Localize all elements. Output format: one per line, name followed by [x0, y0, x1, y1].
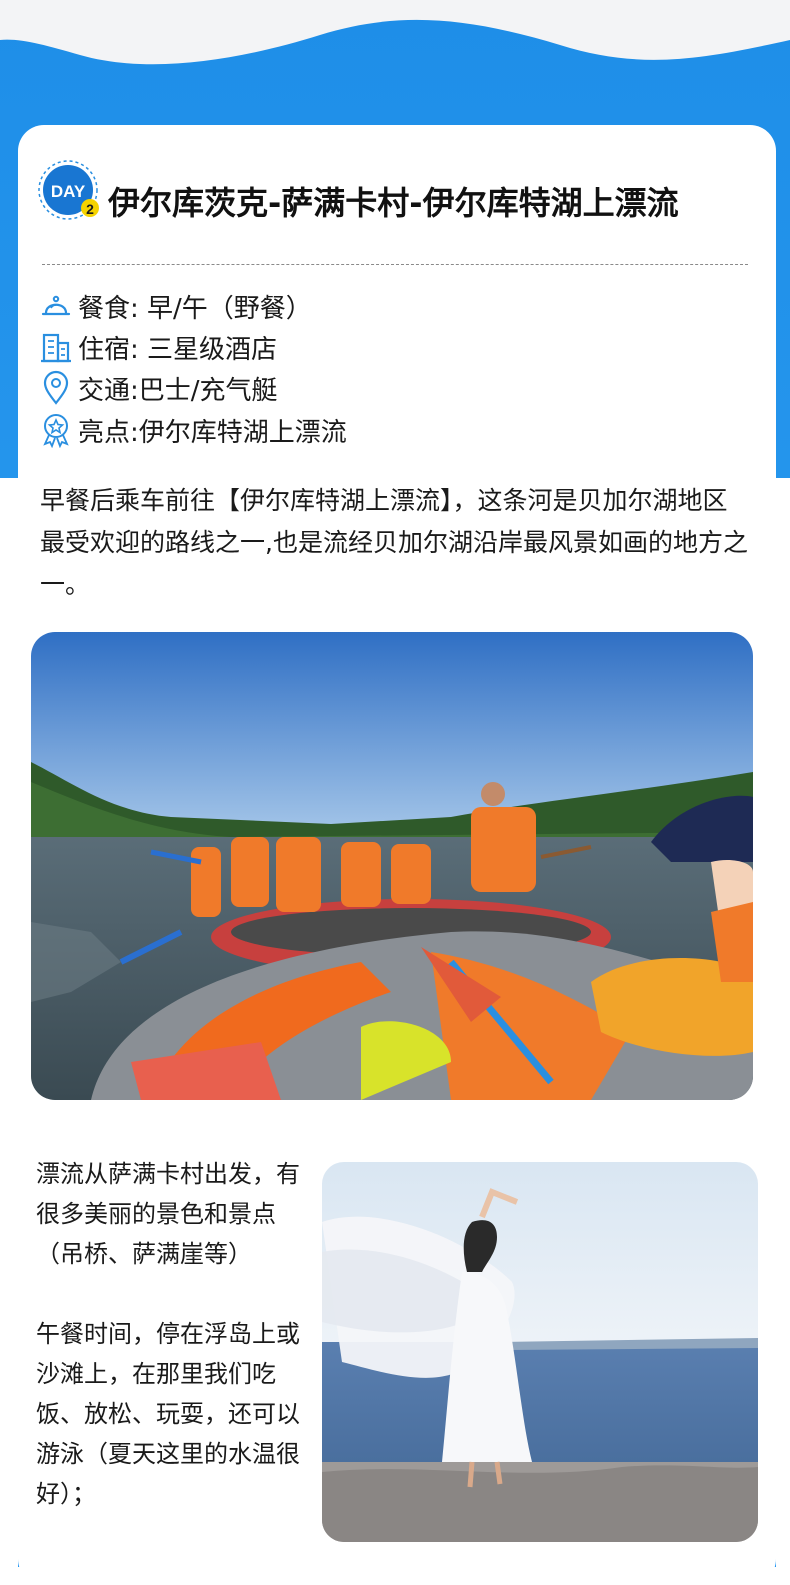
info-meals: 餐食: 早/午（野餐）	[78, 294, 312, 324]
info-highlight: 亮点:伊尔库特湖上漂流	[78, 418, 347, 448]
hotel-building-icon	[41, 333, 71, 363]
day-header: DAY 2 伊尔库茨克-萨满卡村-伊尔库特湖上漂流	[38, 160, 758, 230]
rafting-illustration	[31, 632, 753, 1100]
side-paragraph-1: 漂流从萨满卡村出发，有很多美丽的景色和景点（吊桥、萨满崖等）	[36, 1160, 300, 1268]
dashed-divider	[42, 264, 748, 265]
paper-wave-decoration	[0, 0, 790, 65]
star-badge-icon	[43, 414, 69, 448]
info-transport: 交通:巴士/充气艇	[78, 376, 278, 406]
intro-paragraph: 早餐后乘车前往【伊尔库特湖上漂流】，这条河是贝加尔湖地区最受欢迎的路线之一,也是…	[40, 486, 748, 599]
info-lodging: 住宿: 三星级酒店	[78, 335, 278, 365]
side-paragraph-2: 午餐时间，停在浮岛上或沙滩上，在那里我们吃饭、放松、玩耍，还可以游泳（夏天这里的…	[36, 1320, 300, 1508]
woman-illustration	[322, 1162, 758, 1542]
page-margin-left	[0, 478, 18, 1567]
location-pin-icon	[43, 370, 69, 405]
day-title: 伊尔库茨克-萨满卡村-伊尔库特湖上漂流	[108, 184, 679, 222]
day-badge-label: DAY	[51, 182, 86, 201]
woman-on-beach-photo	[322, 1162, 758, 1542]
day-badge-icon: DAY 2	[38, 160, 99, 220]
meal-cloche-icon	[41, 295, 71, 316]
side-description: 漂流从萨满卡村出发，有很多美丽的景色和景点（吊桥、萨满崖等） 午餐时间，停在浮岛…	[36, 1154, 316, 1514]
page-margin-right	[776, 478, 790, 1567]
rafting-group-photo	[31, 632, 753, 1100]
day-number: 2	[86, 201, 94, 217]
